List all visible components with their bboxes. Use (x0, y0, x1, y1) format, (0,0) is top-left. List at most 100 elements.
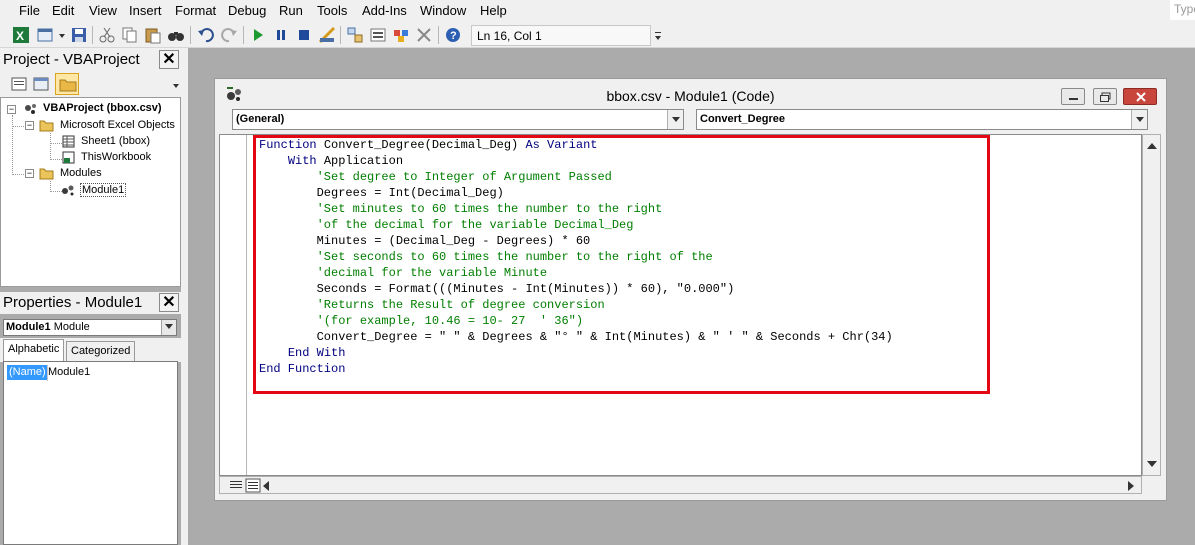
redo-icon[interactable] (220, 26, 238, 44)
menu-tools[interactable]: Tools (317, 3, 347, 18)
scroll-left-icon[interactable] (263, 481, 270, 491)
view-code-icon[interactable] (8, 74, 30, 94)
paste-icon[interactable] (144, 26, 162, 44)
code-line[interactable]: Minutes = (Decimal_Deg - Degrees) * 60 (259, 234, 591, 248)
keyword-token: Function (259, 138, 324, 152)
tree-vbaproject[interactable]: VBAProject (bbox.csv) (43, 102, 162, 114)
menu-run[interactable]: Run (279, 3, 303, 18)
cut-icon[interactable] (98, 26, 116, 44)
menu-insert[interactable]: Insert (129, 3, 162, 18)
properties-window-icon[interactable] (369, 26, 387, 44)
code-line[interactable]: With Application (259, 154, 403, 168)
property-value-cell[interactable]: Module1 (48, 365, 90, 378)
code-line[interactable]: End With (259, 346, 346, 360)
save-icon[interactable] (70, 26, 88, 44)
tree-sheet1[interactable]: Sheet1 (bbox) (81, 135, 150, 147)
tree-module1[interactable]: Module1 (80, 183, 127, 197)
code-line[interactable]: Function Convert_Degree(Decimal_Deg) As … (259, 138, 597, 152)
view-object-icon[interactable] (30, 74, 52, 94)
minimize-button[interactable] (1061, 88, 1085, 105)
project-explorer-icon[interactable] (346, 26, 364, 44)
find-icon[interactable] (167, 26, 185, 44)
menu-view[interactable]: View (89, 3, 117, 18)
code-line[interactable]: 'Set seconds to 60 times the number to t… (259, 250, 713, 264)
code-line[interactable]: 'of the decimal for the variable Decimal… (259, 218, 634, 232)
chevron-down-icon (672, 117, 680, 122)
chevron-down-icon[interactable] (58, 26, 66, 44)
cursor-position: Ln 16, Col 1 (471, 25, 651, 46)
menu-window[interactable]: Window (420, 3, 466, 18)
code-line[interactable]: Convert_Degree = " " & Degrees & "° " & … (259, 330, 893, 344)
collapse-toggle[interactable]: − (25, 169, 34, 178)
help-icon[interactable]: ? (444, 26, 462, 44)
procedure-view-icon[interactable] (228, 478, 244, 493)
code-token: Convert_Degree = " " & Degrees & "° " & … (259, 330, 893, 344)
menu-add-ins[interactable]: Add-Ins (362, 3, 407, 18)
tree-thisworkbook[interactable]: ThisWorkbook (81, 151, 151, 163)
tree-modules[interactable]: Modules (60, 167, 102, 179)
properties-object-select[interactable]: Module1 Module (3, 319, 177, 336)
pane-splitter[interactable] (181, 48, 188, 545)
keyword-token: End Function (259, 362, 346, 376)
menu-help[interactable]: Help (480, 3, 507, 18)
toolbar-options-icon[interactable] (654, 30, 662, 44)
code-line[interactable]: Seconds = Format(((Minutes - Int(Minutes… (259, 282, 735, 296)
menu-edit[interactable]: Edit (52, 3, 74, 18)
chevron-down-icon (165, 324, 173, 329)
dropdown-button[interactable] (161, 320, 176, 335)
toolbox-icon[interactable] (415, 26, 433, 44)
scroll-up-icon[interactable] (1147, 143, 1157, 150)
scroll-down-icon[interactable] (172, 80, 180, 92)
code-editor[interactable]: Function Convert_Degree(Decimal_Deg) As … (219, 134, 1142, 476)
break-icon[interactable] (272, 26, 290, 44)
code-line[interactable]: Degrees = Int(Decimal_Deg) (259, 186, 504, 200)
code-line[interactable]: 'decimal for the variable Minute (259, 266, 547, 280)
vertical-scrollbar[interactable] (1142, 134, 1161, 476)
code-line[interactable]: 'Returns the Result of degree conversion (259, 298, 605, 312)
undo-icon[interactable] (197, 26, 215, 44)
toggle-folders-button[interactable] (55, 73, 79, 95)
insert-userform-icon[interactable] (36, 26, 54, 44)
collapse-toggle[interactable]: − (25, 121, 34, 130)
code-line[interactable]: 'Set minutes to 60 times the number to t… (259, 202, 663, 216)
scroll-right-icon[interactable] (1128, 481, 1135, 491)
design-mode-icon[interactable] (318, 26, 336, 44)
object-browser-icon[interactable] (392, 26, 410, 44)
project-close-button[interactable]: ✕ (159, 50, 179, 69)
property-name-cell[interactable]: (Name) (7, 365, 47, 380)
scroll-down-icon[interactable] (1147, 461, 1157, 468)
dropdown-button[interactable] (667, 110, 683, 129)
svg-text:?: ? (450, 30, 457, 42)
svg-text:X: X (16, 29, 24, 43)
tab-categorized[interactable]: Categorized (66, 341, 136, 361)
restore-button[interactable] (1093, 88, 1117, 105)
help-search-input[interactable]: Type (1170, 0, 1195, 20)
folder-icon (39, 168, 54, 180)
properties-tabs: Alphabetic Categorized (0, 338, 181, 362)
procedure-dropdown[interactable]: Convert_Degree (696, 109, 1148, 130)
properties-pane-title: Properties - Module1 (0, 292, 181, 314)
menu-file[interactable]: File (19, 3, 40, 18)
dropdown-button[interactable] (1131, 110, 1147, 129)
close-button[interactable] (1123, 88, 1157, 105)
menu-format[interactable]: Format (175, 3, 216, 18)
menu-debug[interactable]: Debug (228, 3, 266, 18)
horizontal-scrollbar[interactable] (219, 476, 1142, 494)
tree-excel-objects[interactable]: Microsoft Excel Objects (60, 119, 175, 131)
run-icon[interactable] (249, 26, 267, 44)
margin-indicator-bar[interactable] (220, 135, 247, 475)
properties-close-button[interactable]: ✕ (159, 293, 179, 312)
excel-icon[interactable]: X (12, 26, 30, 44)
code-window-title: bbox.csv - Module1 (Code) (606, 88, 775, 104)
copy-icon[interactable] (121, 26, 139, 44)
tab-alphabetic[interactable]: Alphabetic (3, 339, 65, 362)
object-dropdown[interactable]: (General) (232, 109, 684, 130)
code-line[interactable]: 'Set degree to Integer of Argument Passe… (259, 170, 612, 184)
reset-icon[interactable] (295, 26, 313, 44)
full-module-view-icon[interactable] (245, 478, 261, 493)
code-line[interactable]: End Function (259, 362, 345, 376)
code-line[interactable]: '(for example, 10.46 = 10- 27 ' 36") (259, 314, 583, 328)
collapse-toggle[interactable]: − (7, 105, 16, 114)
